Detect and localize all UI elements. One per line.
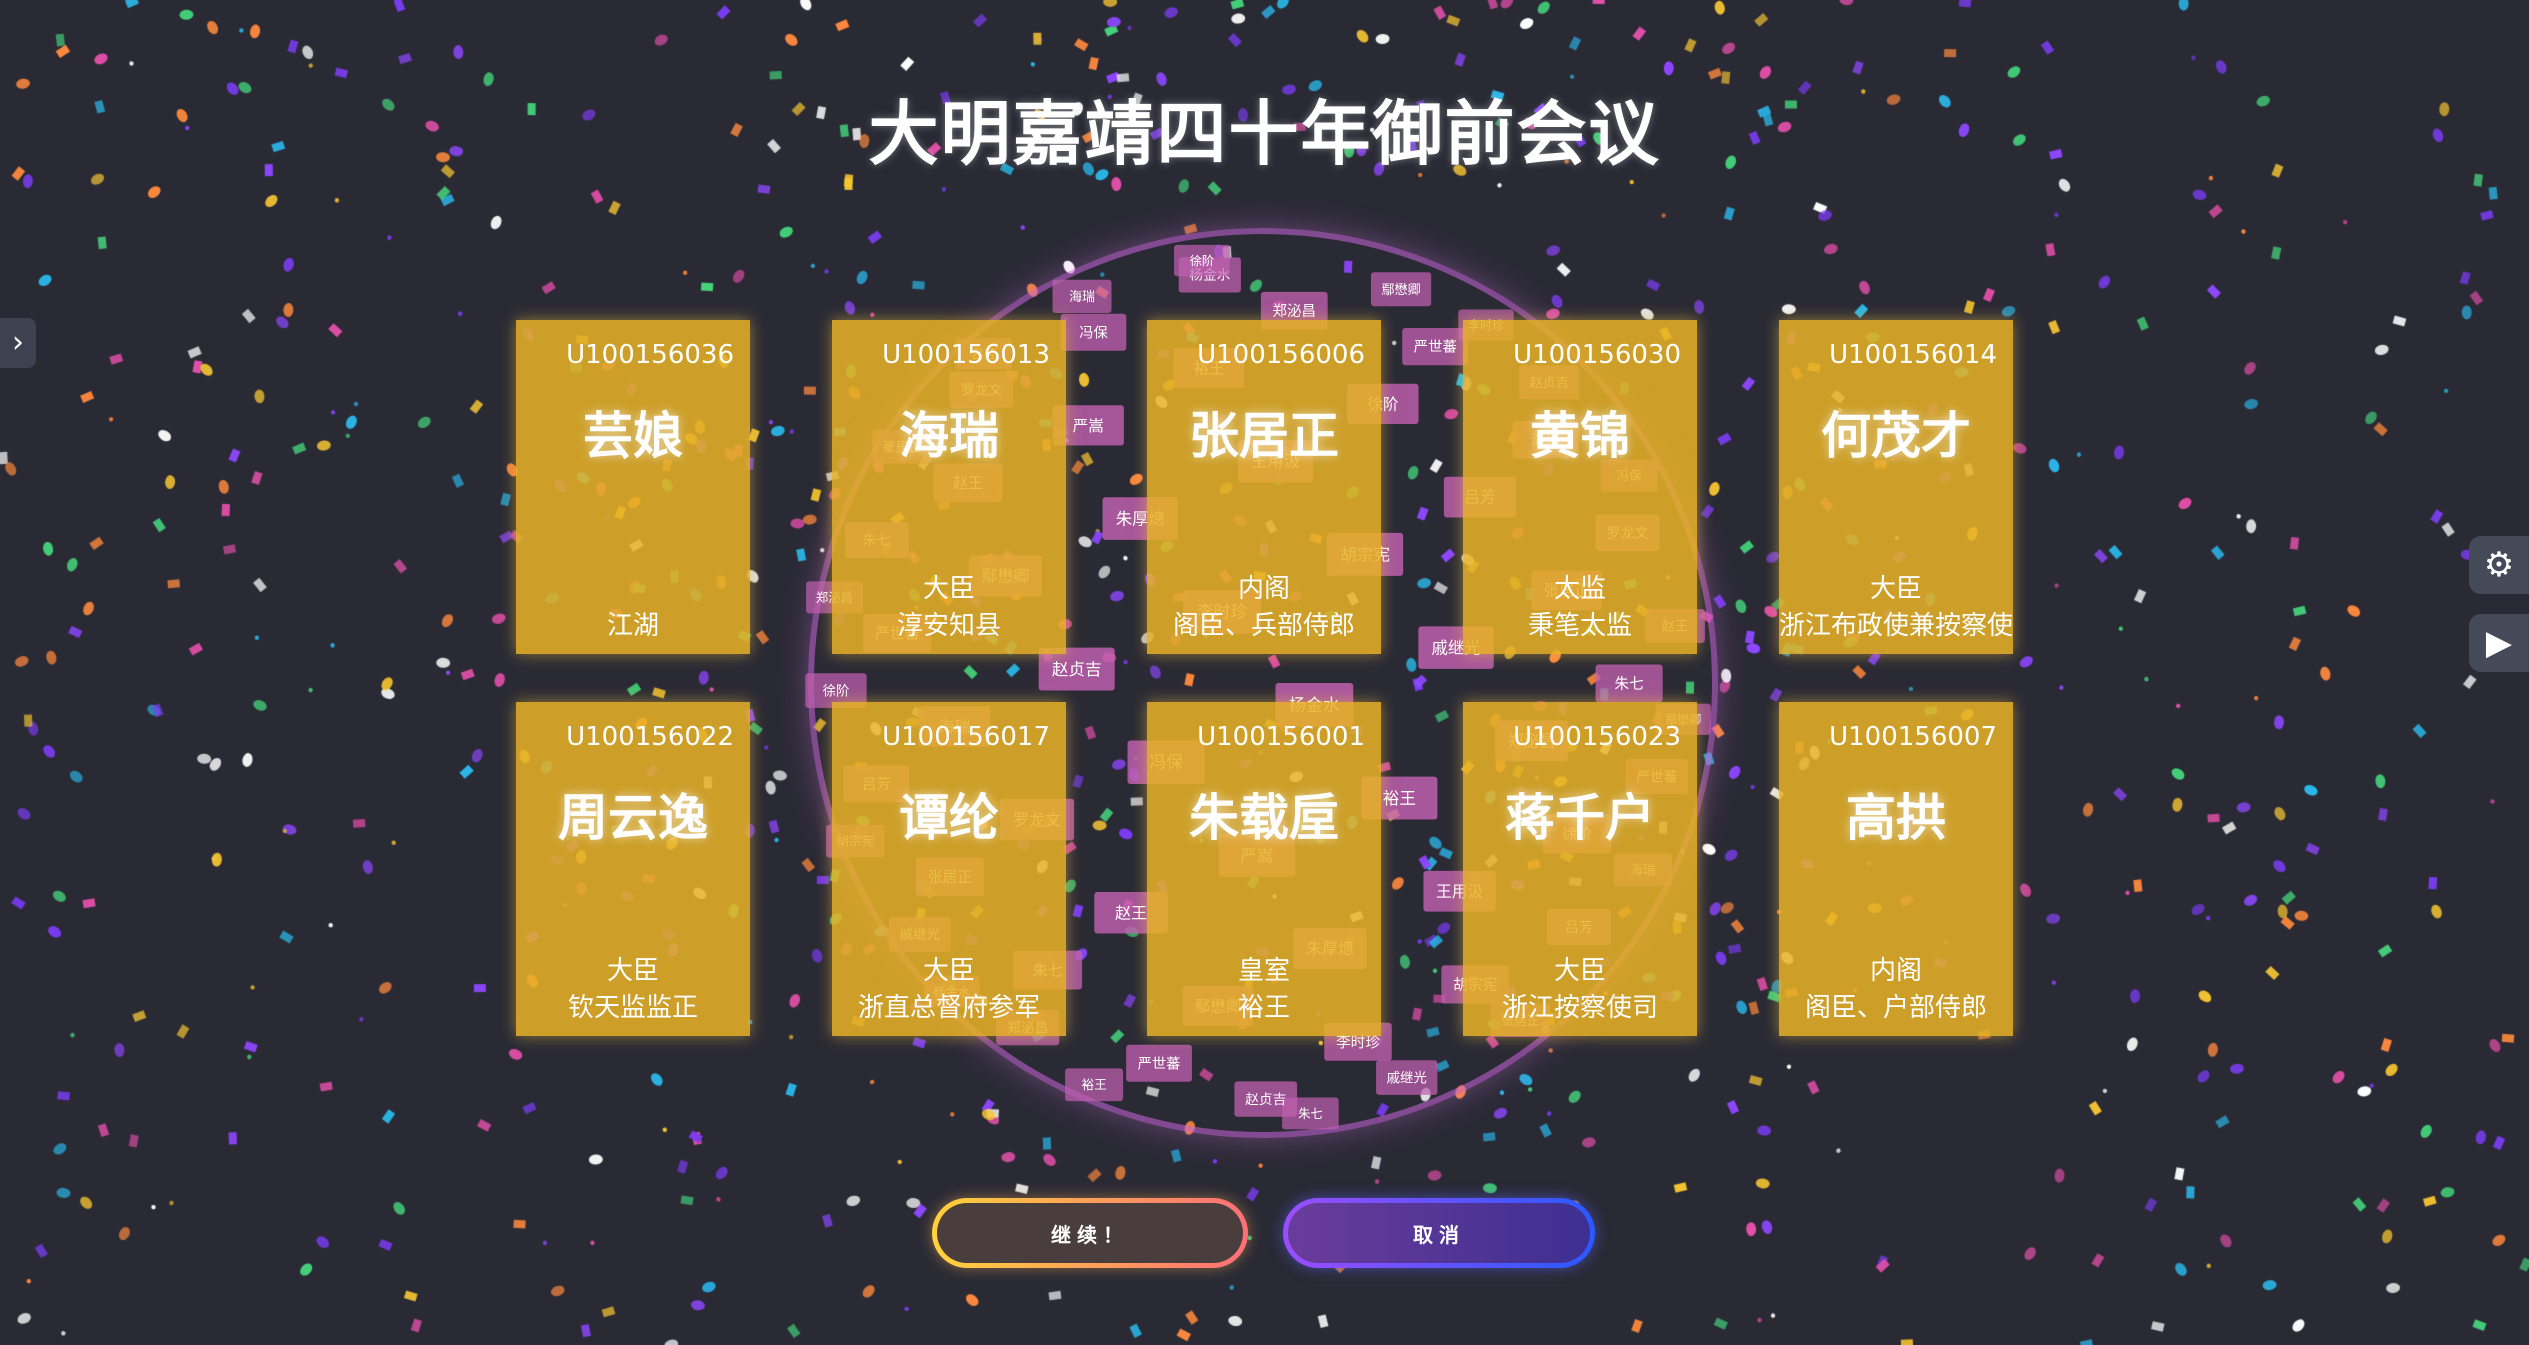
svg-text:朱七: 朱七 [1615,676,1644,693]
card-id: U100156036 [566,340,734,370]
winner-card: U100156023 蒋千户 大臣 浙江按察使司 [1463,702,1697,1036]
svg-text:李时珍: 李时珍 [1336,1034,1380,1051]
card-id: U100156017 [882,722,1050,752]
svg-text:严世蕃: 严世蕃 [1138,1055,1181,1072]
card-name: 海瑞 [899,407,999,465]
svg-text:严嵩: 严嵩 [1073,417,1104,435]
card-position: 秉笔太监 [1527,611,1632,641]
winner-card: U100156006 张居正 内阁 阁臣、兵部侍郎 [1147,320,1381,654]
svg-text:戚继光: 戚继光 [1387,1070,1427,1086]
card-role: 大臣 [922,574,975,604]
sphere-tag: 徐阶 [1174,244,1230,277]
sphere-tag: 戚继光 [1376,1060,1438,1095]
card-id: U100156023 [1513,722,1681,752]
svg-text:徐阶: 徐阶 [1190,253,1214,268]
card-id: U100156022 [566,722,734,752]
card-name: 黄锦 [1530,407,1630,465]
winner-card: U100156022 周云逸 大臣 钦天监监正 [516,702,750,1036]
svg-text:赵王: 赵王 [1115,903,1147,922]
card-position: 钦天监监正 [567,993,698,1023]
svg-text:裕王: 裕王 [1383,789,1416,808]
winner-card: U100156013 海瑞 大臣 淳安知县 [832,320,1066,654]
card-role: 大臣 [922,956,975,986]
sidebar-toggle-button[interactable]: › [0,318,36,368]
winner-card: U100156017 谭纶 大臣 浙直总督府参军 [832,702,1066,1036]
chevron-right-icon: › [12,325,24,360]
sphere-tag: 海瑞 [1052,279,1112,314]
svg-text:海瑞: 海瑞 [1069,290,1095,305]
continue-button[interactable]: 继续！ [932,1198,1248,1268]
cancel-button[interactable]: 取消 [1283,1198,1595,1268]
card-role: 大臣 [606,956,659,986]
card-name: 蒋千户 [1505,789,1655,847]
card-position: 阁臣、兵部侍郎 [1172,611,1355,641]
settings-button[interactable]: ⚙ [2469,536,2529,594]
svg-text:严世蕃: 严世蕃 [1414,339,1457,356]
card-role: 太监 [1553,574,1606,604]
sphere-tag: 朱七 [1595,664,1663,703]
card-role: 大臣 [1553,956,1606,986]
svg-text:朱七: 朱七 [1298,1107,1323,1121]
svg-text:鄢懋卿: 鄢懋卿 [1381,282,1420,298]
sphere-tag: 裕王 [1065,1068,1124,1102]
gear-icon: ⚙ [2483,545,2515,585]
sphere-tag: 冯保 [1060,313,1127,351]
sphere-tag: 赵贞吉 [1234,1081,1298,1117]
card-role: 大臣 [1869,574,1922,604]
card-name: 张居正 [1189,407,1339,465]
play-button[interactable]: ▶ [2469,614,2529,672]
card-id: U100156030 [1513,340,1681,370]
svg-text:冯保: 冯保 [1079,324,1108,341]
card-name: 朱载垕 [1189,789,1339,847]
winner-card: U100156001 朱载垕 皇室 裕王 [1147,702,1381,1036]
winner-card: U100156036 芸娘 江湖 [516,320,750,654]
svg-text:赵贞吉: 赵贞吉 [1245,1091,1286,1108]
card-position: 浙江按察使司 [1501,993,1658,1023]
svg-text:郑泌昌: 郑泌昌 [1273,303,1317,320]
card-position: 淳安知县 [896,611,1001,641]
card-position: 浙直总督府参军 [857,993,1040,1023]
card-name: 谭纶 [899,789,999,847]
card-role: 皇室 [1237,956,1290,986]
page-title: 大明嘉靖四十年御前会议 [868,93,1661,175]
card-position: 裕王 [1237,993,1290,1023]
svg-text:赵贞吉: 赵贞吉 [1052,660,1102,679]
card-id: U100156013 [882,340,1050,370]
winner-card: U100156014 何茂才 大臣 浙江布政使兼按察使 [1779,320,2013,654]
winner-card: U100156030 黄锦 太监 秉笔太监 [1463,320,1697,654]
play-icon: ▶ [2485,623,2513,663]
card-position: 阁臣、户部侍郎 [1804,993,1987,1023]
sphere-tag: 赵贞吉 [1038,647,1115,691]
card-name: 芸娘 [583,407,683,465]
winner-card: U100156007 高拱 内阁 阁臣、户部侍郎 [1779,702,2013,1036]
card-name: 周云逸 [558,789,708,847]
card-id: U100156001 [1197,722,1365,752]
card-position: 江湖 [606,611,659,641]
svg-text:徐阶: 徐阶 [823,683,850,699]
sphere-tag: 鄢懋卿 [1370,272,1432,307]
card-id: U100156014 [1829,340,1997,370]
card-id: U100156007 [1829,722,1997,752]
card-position: 浙江布政使兼按察使 [1779,611,2014,641]
sphere-tag: 严世蕃 [1126,1044,1192,1082]
card-name: 高拱 [1846,789,1946,847]
card-role: 内阁 [1869,956,1922,986]
svg-text:裕王: 裕王 [1082,1077,1107,1092]
card-name: 何茂才 [1821,407,1971,465]
lottery-stage: 朱七赵贞吉裕王戚继光严世蕃李时珍郑泌昌张居正鄢懋卿杨金水胡宗宪朱七朱厚熜戚继光吕… [0,0,2529,1345]
card-role: 内阁 [1237,574,1290,604]
card-id: U100156006 [1197,340,1365,370]
